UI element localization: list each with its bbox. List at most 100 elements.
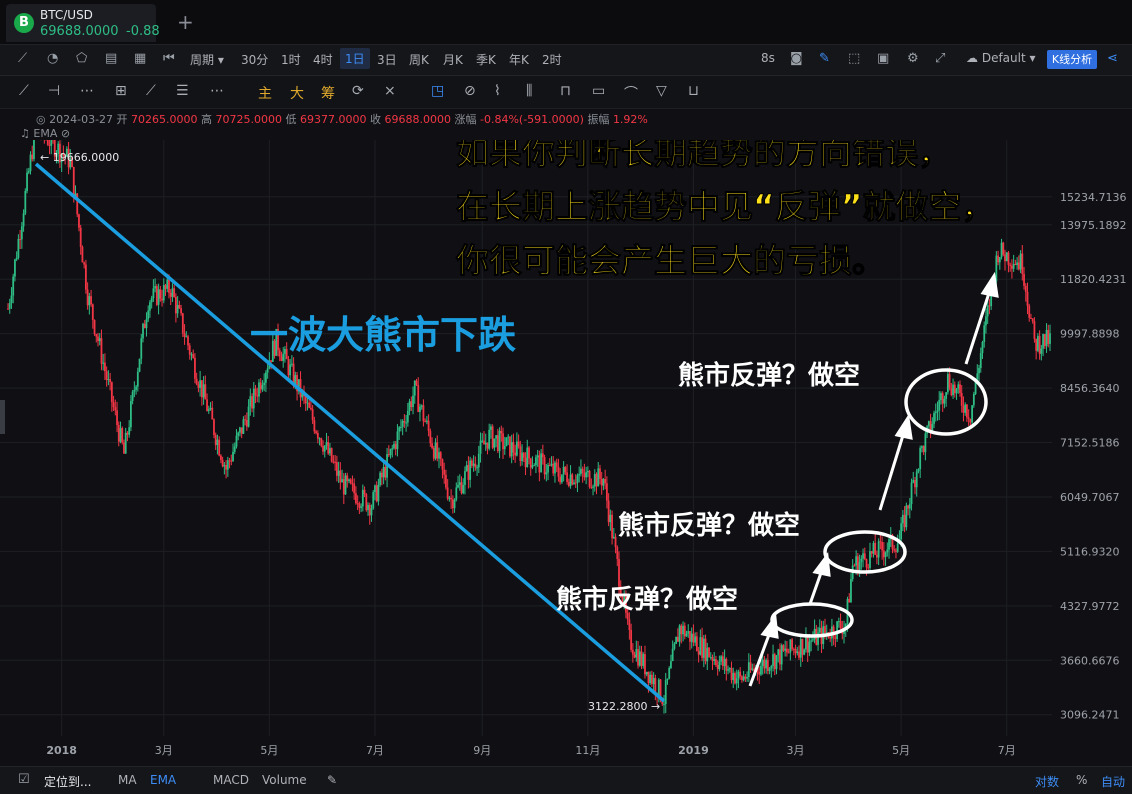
eye-icon[interactable]: ⊘ <box>61 127 70 140</box>
add-tab-icon[interactable]: + <box>177 10 194 34</box>
ema-toggle[interactable]: EMA <box>150 773 176 787</box>
candle-body <box>1026 291 1029 306</box>
grid-icon[interactable]: ▦ <box>134 51 146 66</box>
pen-icon[interactable]: ✎ <box>819 51 830 66</box>
candle-body <box>503 446 506 450</box>
kline-analysis-button[interactable]: K线分析 <box>1047 50 1097 69</box>
candle-body <box>528 447 530 459</box>
tf-year[interactable]: 年K <box>509 51 529 68</box>
crosshair-icon[interactable]: ⊞ <box>115 83 127 99</box>
tf-4h[interactable]: 4时 <box>313 51 333 68</box>
candle-body <box>469 460 472 480</box>
candle-body <box>824 626 826 633</box>
ray-icon[interactable]: ⋯ <box>80 83 94 99</box>
candle-body <box>116 410 118 425</box>
candle-body <box>668 667 671 679</box>
candle-body <box>334 461 337 463</box>
filter-icon[interactable]: ▽ <box>656 83 667 99</box>
clock-icon[interactable]: ◔ <box>47 51 58 66</box>
tf-1h[interactable]: 1时 <box>281 51 301 68</box>
candle-body <box>921 446 923 448</box>
note-icon[interactable]: ▭ <box>592 83 605 99</box>
candle-body <box>910 482 913 505</box>
refresh-interval[interactable]: 8s <box>761 51 775 65</box>
indicator-main[interactable]: 主 <box>258 83 272 103</box>
edit-indicators-icon[interactable]: ✎ <box>327 773 337 787</box>
settings-icon[interactable]: ⚙ <box>907 51 919 66</box>
log-scale-toggle[interactable]: 对数 <box>1035 773 1059 790</box>
locate-button[interactable]: 定位到... <box>44 773 91 790</box>
candle-body <box>394 443 397 450</box>
expand-icon[interactable]: ⤢ <box>935 51 945 66</box>
tf-quarter[interactable]: 季K <box>476 51 496 68</box>
indicator-big[interactable]: 大 <box>290 83 304 103</box>
window-icon[interactable]: ▣ <box>877 51 889 66</box>
candle-body <box>316 433 319 439</box>
candle-body <box>609 514 612 523</box>
replay-icon[interactable]: ⏮ <box>163 51 175 66</box>
magnet-icon[interactable]: ⌒ <box>624 83 638 103</box>
candle-body <box>560 474 563 483</box>
bell-icon[interactable]: ♫ <box>20 127 30 140</box>
candle-body <box>863 553 866 560</box>
candle-body <box>121 427 124 443</box>
candle-body <box>415 380 418 385</box>
tf-month[interactable]: 月K <box>443 51 463 68</box>
trendline-icon[interactable]: ⟋ <box>19 83 29 99</box>
candles-icon[interactable]: ⫼ <box>526 83 532 99</box>
calendar-icon[interactable]: ▤ <box>105 51 117 66</box>
horizontal-line-icon[interactable]: ⊣ <box>48 83 60 99</box>
cross-icon[interactable]: ⨯ <box>384 83 396 99</box>
candle-body <box>199 380 202 388</box>
candle-body <box>472 463 475 466</box>
template-dropdown[interactable]: ☁ Default ▾ <box>966 51 1036 65</box>
camera-icon[interactable]: ◙ <box>790 51 803 66</box>
share-icon[interactable]: ⋖ <box>1107 51 1118 66</box>
fib-icon[interactable]: ☰ <box>176 83 189 99</box>
pin-icon[interactable]: ⬠ <box>76 51 87 66</box>
tf-30m[interactable]: 30分 <box>241 51 268 68</box>
tf-week[interactable]: 周K <box>409 51 429 68</box>
trash-icon[interactable]: ⊔ <box>688 83 699 99</box>
ma-toggle[interactable]: MA <box>118 773 137 787</box>
period-dropdown[interactable]: 周期 ▾ <box>190 51 224 68</box>
macd-toggle[interactable]: MACD <box>213 773 249 787</box>
candle-body <box>367 504 369 511</box>
visibility-icon[interactable]: ◎ <box>36 113 46 126</box>
candle-body <box>595 474 598 487</box>
auto-scale-toggle[interactable]: 自动 <box>1101 773 1125 790</box>
ohlc-info: ◎ 2024-03-27 开 70265.0000 高 70725.0000 低… <box>36 113 648 126</box>
candle-body <box>188 345 191 355</box>
volume-toggle[interactable]: Volume <box>262 773 307 787</box>
candle-body <box>557 466 560 477</box>
candle-body <box>927 421 930 427</box>
candle-body <box>1023 273 1025 286</box>
candle-body <box>351 483 354 485</box>
candle-body <box>187 336 189 346</box>
tf-2h[interactable]: 2时 <box>542 51 562 68</box>
more-icon[interactable]: ⋯ <box>210 83 224 99</box>
price-chart[interactable]: 15234.7136 13975.1892 11820.4231 9997.8898 8… <box>0 140 1132 766</box>
chart-type-icon[interactable]: ⟋ <box>18 51 27 66</box>
sync-icon[interactable]: ⟳ <box>352 83 364 99</box>
candle-body <box>635 649 638 658</box>
indicator-chips[interactable]: 筹 <box>321 83 335 103</box>
candle-body <box>46 140 49 145</box>
channel-icon[interactable]: ⟋ <box>146 83 156 99</box>
calendar-check-icon[interactable]: ☑ <box>18 772 30 787</box>
crop-icon[interactable]: ⬚ <box>848 51 860 66</box>
ruler-icon[interactable]: ⊘ <box>464 83 476 99</box>
symbol-tab[interactable]: B BTC/USD 69688.0000 -0.88 <box>6 4 160 42</box>
brush-icon[interactable]: ⌇ <box>494 83 501 99</box>
percent-toggle[interactable]: % <box>1076 773 1087 787</box>
candle-body <box>322 445 324 452</box>
candle-body <box>533 465 536 467</box>
rebound-label-3: 熊市反弹？做空 <box>678 360 860 391</box>
tf-1d[interactable]: 1日 <box>340 48 370 69</box>
tf-3d[interactable]: 3日 <box>377 51 397 68</box>
select-icon[interactable]: ◳ <box>431 83 444 99</box>
drawing-toolbar: ⟋ ⊣ ⋯ ⊞ ⟋ ☰ ⋯ 主 大 筹 ⟳ ⨯ ◳ ⊘ ⌇ ⫼ ⊓ ▭ ⌒ ▽ … <box>0 76 1132 109</box>
candle-body <box>704 638 707 662</box>
side-panel-handle[interactable] <box>0 400 5 434</box>
lock-icon[interactable]: ⊓ <box>560 83 571 99</box>
